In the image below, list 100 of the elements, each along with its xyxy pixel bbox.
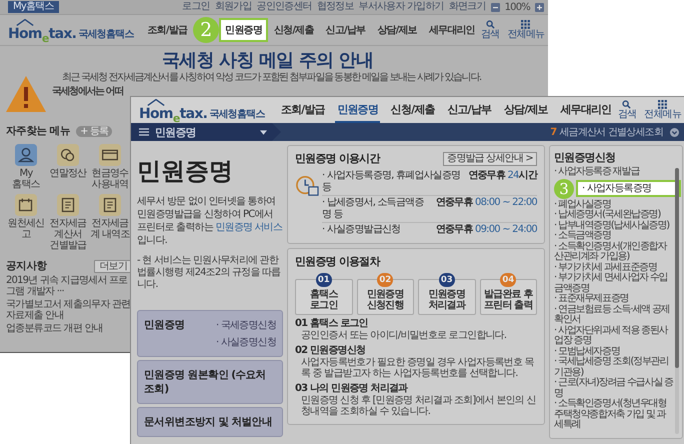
nav-item[interactable]: 신고/납부	[320, 18, 372, 42]
nav-item[interactable]: 조회/발급	[142, 18, 194, 42]
my-hometax-tab[interactable]: My홈택스	[8, 1, 59, 13]
hours-item: · 사업자등록증명, 휴폐업사실증명 등	[322, 170, 462, 194]
quick-menu-label: My 홈택스	[11, 168, 41, 190]
hours-item: · 납세증명서, 소득금액증명 등	[322, 197, 425, 221]
recent-label: 세금계산서 건별상세조회	[559, 126, 663, 139]
more-button[interactable]: 더보기	[94, 260, 132, 272]
panel-title: 민원증명 이용절차	[295, 254, 382, 269]
sidebar-item[interactable]: · 소득확인증명서(개인종합자산관리계좌 가입용)	[554, 242, 674, 262]
page-title: 민원증명	[137, 156, 234, 187]
section-text: 민원증명 신청 후 [민원증명 처리결과 조회]에서 본인의 신청내역을 조회하실 수 있습니다.	[300, 394, 536, 418]
sidebar-item[interactable]: · 폐업사실증명	[554, 200, 674, 210]
recent-count: 7	[550, 126, 556, 138]
hours-value: 연중무휴 09:00 ~ 24:00	[436, 224, 537, 236]
recent-item-link[interactable]: 7 세금계산서 건별상세조회	[550, 125, 684, 139]
sidebar-item[interactable]: · 사업자단위과세 적용 종된사업장 증명	[554, 326, 674, 346]
quick-menu-label: 전자세금계 내역조	[90, 218, 130, 240]
search-button[interactable]: 검색	[480, 20, 500, 40]
search-label: 검색	[618, 109, 636, 120]
quick-menu-item[interactable]: 원천세신고	[6, 194, 46, 251]
step-number: 02	[377, 273, 394, 287]
sidebar-item[interactable]: · 소득확인증명서(청년우대형주택청약종합저축 가입 및 과세특례	[554, 399, 674, 430]
notice-link[interactable]: 2019년 귀속 지급명세서 프로그램 개발자 ···	[6, 275, 132, 297]
top-link[interactable]: 협정정보	[316, 1, 354, 13]
card-link[interactable]: · 사실증명신청	[216, 335, 276, 349]
nav-item[interactable]: 신고/납부	[445, 97, 494, 123]
sidebar-item[interactable]: · 모범납세자증명	[554, 346, 674, 357]
nav-item[interactable]: 세무대리인	[422, 18, 481, 42]
logo-text: Hom$_{e}$tax.	[139, 106, 208, 122]
zoom-value: 100%	[504, 2, 530, 12]
quick-menu-label: 원천세신고	[6, 218, 46, 240]
quick-menu-item[interactable]: 연말정산	[48, 144, 88, 190]
search-label: 검색	[480, 29, 500, 40]
nav-item[interactable]: 상담/제보	[502, 97, 550, 123]
section-heading: 03 나의 민원증명 처리결과	[295, 382, 409, 394]
step-label: 홈택스 로그인	[308, 289, 339, 311]
step-label: 민원증명 신청진행	[366, 289, 405, 311]
card-title: 민원증명 원본확인 (수요처 조회)	[144, 368, 267, 396]
all-menu-label: 전체메뉴	[644, 109, 681, 120]
top-link[interactable]: 공인인증센터	[256, 1, 312, 13]
menu-card[interactable]: 민원증명 원본확인 (수요처 조회)	[137, 360, 283, 404]
step-number-badge: 3	[554, 178, 574, 198]
sidebar-item[interactable]: · 사업자등록증 재발급	[554, 167, 674, 178]
notice-link[interactable]: 국가별보고서 제출의무자 관련 자료제출 안내	[6, 299, 132, 321]
hours-value: 연중무휴 08:00 ~ 22:00	[436, 197, 537, 210]
step-label: 발급완료 후 프린터 출력	[482, 289, 534, 311]
search-button[interactable]: 검색	[618, 100, 636, 120]
nav-item[interactable]: 조회/발급	[278, 97, 327, 123]
highlighted-menu-item[interactable]: · 사업자등록증명	[576, 180, 681, 197]
banner-title: 국세청 사칭 메일 주의 안내	[162, 50, 374, 72]
menu-dropdown[interactable]: 민원증명	[131, 123, 281, 141]
quick-menu-item[interactable]: My 홈택스	[6, 144, 46, 190]
top-link[interactable]: 부서사용자 가입하기	[358, 1, 444, 13]
sidebar-item[interactable]: · 부가가치세 면세사업자 수입금액증명	[554, 273, 674, 294]
section-title: 자주찾는 메뉴	[6, 124, 70, 138]
sidebar-item[interactable]: · 연금보험료등 소득·세액 공제확인서	[554, 304, 674, 326]
step-label: 민원증명 처리결과	[427, 289, 467, 311]
section-text: 공인인증서 또는 아이디/비밀번호로 로그인합니다.	[300, 330, 508, 342]
top-link[interactable]: 로그인	[182, 1, 210, 13]
detail-guide-button[interactable]: 증명발급 상세안내 >	[443, 152, 537, 166]
step-number: 01	[316, 273, 332, 287]
card-link[interactable]: · 국세증명신청	[216, 318, 276, 332]
step-number: 04	[500, 273, 516, 287]
quick-menu-label: 연말정산	[50, 168, 86, 179]
nav-item[interactable]: 신청/제출	[268, 18, 320, 42]
sidebar-item[interactable]: · 국세납세증명 조회(정부관리기관용)	[554, 357, 674, 378]
quick-menu-item[interactable]: 전자세금계산서 건별발급	[48, 194, 88, 251]
top-link[interactable]: 화면크기	[448, 1, 486, 13]
quick-menu-item[interactable]: 전자세금계 내역조	[90, 194, 130, 251]
top-link[interactable]: 회원가입	[214, 1, 252, 13]
quick-menu-item[interactable]: 현금영수 사용내역	[90, 144, 130, 190]
section-text: 사업자등록번호가 필요한 증명일 경우 사업자등록번호 목록 중 발급받고자 하는 사업자등록번호를 선택합니다.	[300, 356, 535, 380]
nav-item[interactable]: 세무대리인	[558, 97, 614, 123]
all-menu-label: 전체메뉴	[507, 29, 544, 40]
sidebar-item[interactable]: · 표준재무제표증명	[554, 294, 674, 304]
sidebar-item[interactable]: · 근로(자녀)장려금 수급사실 증명	[554, 378, 674, 399]
nav-item[interactable]: 상담/제보	[371, 18, 423, 42]
step-number-badge: 2	[193, 17, 220, 43]
notice-link[interactable]: 업종분류코드 개편 안내	[6, 323, 132, 334]
sidebar-item[interactable]: · 납부내역증명(납세사실증명)	[554, 220, 674, 231]
sidebar-item[interactable]: · 소득금액증명	[554, 231, 674, 242]
quick-menu-label: 전자세금계산서 건별발급	[48, 218, 88, 251]
menu-card[interactable]: 민원증명 · 국세증명신청 · 사실증명신청	[137, 310, 283, 357]
nav-item[interactable]: 신청/제출	[388, 97, 437, 123]
menu-card[interactable]: 문서위변조방지 및 처벌안내	[137, 407, 283, 437]
service-link[interactable]: 민원증명 서비스	[215, 222, 282, 233]
nav-item[interactable]: 민원증명	[219, 18, 268, 42]
card-title: 민원증명	[144, 318, 185, 332]
all-menu-button[interactable]: 전체메뉴	[507, 20, 544, 40]
banner-text: 최근 국세청 전자세금계산서를 사칭하여 악성 코드가 포함된 첨부파일을 동봉한 메일을 보내는 사례가 있습니다.	[62, 72, 481, 84]
all-menu-button[interactable]: 전체메뉴	[644, 100, 681, 120]
section-title: 공지사항	[6, 259, 47, 273]
section-heading: 01 홈택스 로그인	[295, 318, 369, 330]
quick-menu-label: 현금영수 사용내역	[90, 168, 130, 190]
banner-text: 국세청에서는 어떠	[52, 86, 124, 98]
logo-subtitle: 국세청홈택스	[209, 108, 264, 122]
step-number: 03	[438, 273, 455, 287]
sidebar-item[interactable]: · 납세증명서(국세완납증명)	[554, 210, 674, 220]
sidebar-item[interactable]: · 부가가치세 과세표준증명	[554, 262, 674, 273]
